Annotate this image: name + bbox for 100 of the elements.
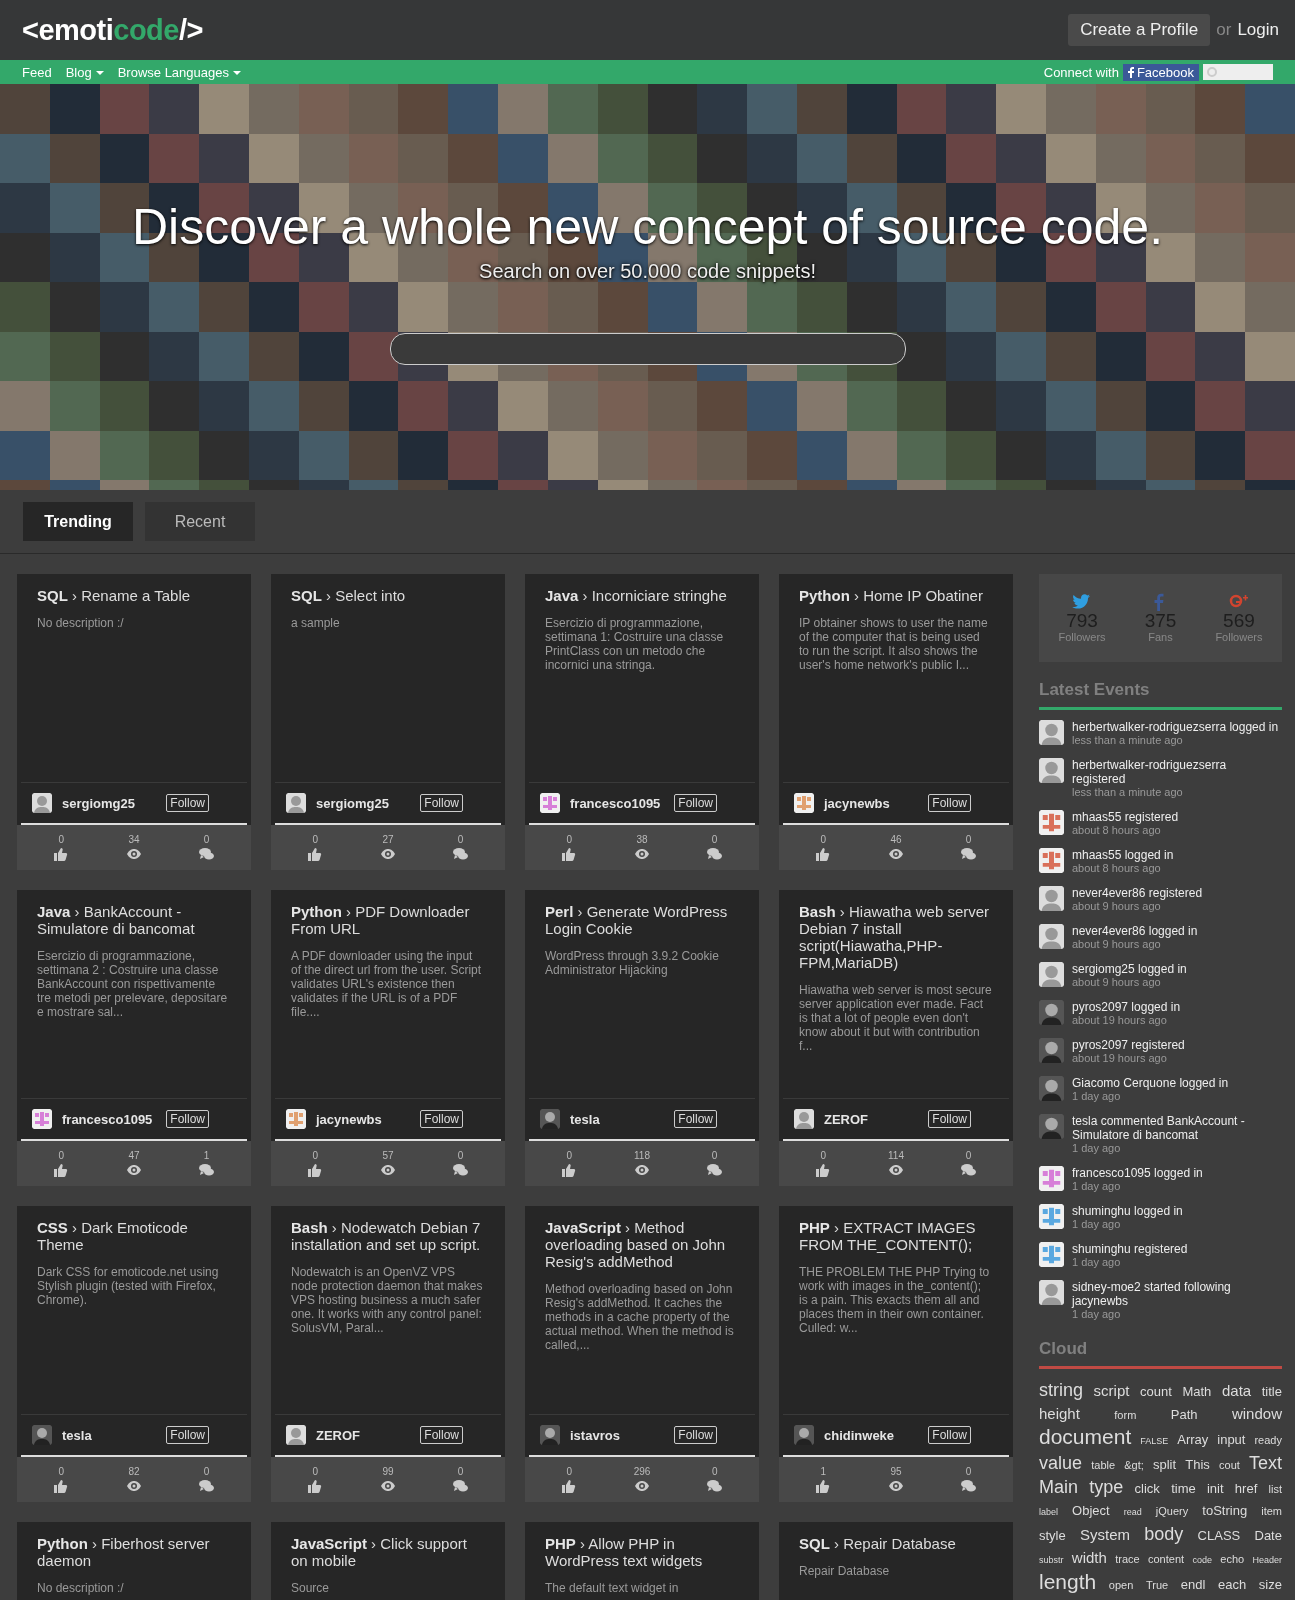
follow-button[interactable]: Follow — [166, 1110, 209, 1128]
tag-link[interactable]: body — [1144, 1523, 1184, 1545]
snippet-title[interactable]: SQL › Rename a Table — [37, 587, 231, 604]
tag-link[interactable]: Math — [1182, 1381, 1212, 1403]
follow-button[interactable]: Follow — [674, 1110, 717, 1128]
search-field[interactable] — [389, 333, 906, 365]
username-link[interactable]: sergiomg25 — [316, 795, 411, 811]
snippet-title[interactable]: JavaScript › Method overloading based on John Resig's addMethod — [545, 1219, 739, 1270]
tag-link[interactable]: trace — [1115, 1548, 1140, 1570]
follow-button[interactable]: Follow — [674, 794, 717, 812]
snippet-title[interactable]: PHP › Allow PHP in WordPress text widgets — [545, 1535, 739, 1569]
tab[interactable]: Trending — [23, 502, 133, 541]
tag-link[interactable]: Text — [1249, 1452, 1282, 1474]
username-link[interactable]: ZEROF — [316, 1427, 411, 1443]
tag-link[interactable]: endl — [1180, 1574, 1206, 1596]
follow-button[interactable]: Follow — [420, 1426, 463, 1444]
follow-button[interactable]: Follow — [674, 1426, 717, 1444]
tag-link[interactable]: title — [1261, 1381, 1282, 1403]
tag-link[interactable]: CLASS — [1197, 1525, 1241, 1547]
tag-link[interactable]: split — [1153, 1454, 1177, 1476]
tag-link[interactable]: FALSE — [1140, 1430, 1169, 1452]
snippet-title[interactable]: Python › Fiberhost server daemon — [37, 1535, 231, 1569]
tag-link[interactable]: content — [1148, 1548, 1185, 1570]
tag-link[interactable]: table — [1091, 1454, 1116, 1476]
tag-link[interactable]: click — [1134, 1478, 1160, 1500]
tag-link[interactable]: count — [1140, 1381, 1172, 1403]
tag-link[interactable]: string — [1039, 1379, 1083, 1401]
tag-link[interactable]: each — [1218, 1574, 1247, 1596]
tag-link[interactable]: Header — [1252, 1549, 1282, 1571]
username-link[interactable]: francesco1095 — [62, 1111, 157, 1127]
tag-link[interactable]: toString — [1202, 1500, 1248, 1522]
tag-link[interactable]: document — [1039, 1426, 1132, 1448]
tag-link[interactable]: Path — [1170, 1404, 1198, 1426]
snippet-title[interactable]: Java › Incorniciare stringhe — [545, 587, 739, 604]
username-link[interactable]: tesla — [62, 1427, 157, 1443]
snippet-title[interactable]: Java › BankAccount - Simulatore di bancomat — [37, 903, 231, 937]
follow-button[interactable]: Follow — [166, 1426, 209, 1444]
tag-link[interactable]: time — [1171, 1478, 1196, 1500]
snippet-title[interactable]: SQL › Repair Database — [799, 1535, 993, 1552]
snippet-title[interactable]: Bash › Nodewatch Debian 7 installation and set up script. — [291, 1219, 485, 1253]
tag-link[interactable]: Array — [1177, 1429, 1209, 1451]
tag-link[interactable]: cout — [1219, 1454, 1240, 1476]
snippet-title[interactable]: CSS › Dark Emoticode Theme — [37, 1219, 231, 1253]
tag-link[interactable]: href — [1234, 1478, 1258, 1500]
tag-link[interactable]: script — [1093, 1380, 1130, 1402]
tag-link[interactable]: True — [1145, 1574, 1169, 1596]
tag-link[interactable]: length — [1039, 1571, 1097, 1593]
tag-link[interactable]: list — [1268, 1478, 1282, 1500]
username-link[interactable]: jacynewbs — [316, 1111, 411, 1127]
follow-button[interactable]: Follow — [928, 1426, 971, 1444]
tag-link[interactable]: type — [1089, 1476, 1124, 1498]
snippet-title[interactable]: Python › Home IP Obatiner — [799, 587, 993, 604]
username-link[interactable]: chidinweke — [824, 1427, 919, 1443]
create-profile-button[interactable]: Create a Profile — [1068, 14, 1211, 46]
tag-link[interactable]: This — [1185, 1454, 1210, 1476]
follow-button[interactable]: Follow — [928, 794, 971, 812]
tag-link[interactable]: Object — [1072, 1500, 1110, 1522]
tag-link[interactable]: code — [1192, 1549, 1212, 1571]
username-link[interactable]: tesla — [570, 1111, 665, 1127]
username-link[interactable]: ZEROF — [824, 1111, 919, 1127]
snippet-title[interactable]: SQL › Select into — [291, 587, 485, 604]
tag-link[interactable]: System — [1080, 1524, 1130, 1546]
tag-link[interactable]: value — [1039, 1452, 1083, 1474]
tag-link[interactable]: width — [1071, 1547, 1107, 1569]
tag-link[interactable]: Main — [1039, 1476, 1078, 1498]
tag-link[interactable]: read — [1123, 1501, 1142, 1523]
login-link[interactable]: Login — [1237, 20, 1279, 40]
snippet-title[interactable]: Python › PDF Downloader From URL — [291, 903, 485, 937]
tag-link[interactable]: jQuery — [1155, 1500, 1189, 1522]
tag-link[interactable]: Date — [1254, 1525, 1282, 1547]
username-link[interactable]: istavros — [570, 1427, 665, 1443]
tag-link[interactable]: open — [1108, 1574, 1134, 1596]
tab[interactable]: Recent — [145, 502, 255, 541]
tag-link[interactable]: ready — [1254, 1429, 1282, 1451]
site-logo[interactable]: <emoticode/> — [22, 13, 203, 47]
tag-link[interactable]: input — [1217, 1429, 1246, 1451]
tag-link[interactable]: item — [1261, 1500, 1282, 1522]
facebook-button[interactable]: Facebook — [1122, 63, 1199, 81]
tag-link[interactable]: window — [1231, 1403, 1282, 1425]
tag-link[interactable]: style — [1039, 1525, 1066, 1547]
tag-link[interactable]: substr — [1039, 1549, 1064, 1571]
username-link[interactable]: jacynewbs — [824, 795, 919, 811]
tag-link[interactable]: init — [1206, 1478, 1224, 1500]
tag-link[interactable]: &gt; — [1124, 1454, 1144, 1476]
tag-link[interactable]: form — [1114, 1404, 1137, 1426]
follow-button[interactable]: Follow — [420, 1110, 463, 1128]
tag-link[interactable]: size — [1258, 1574, 1282, 1596]
snippet-title[interactable]: Perl › Generate WordPress Login Cookie — [545, 903, 739, 937]
snippet-title[interactable]: Bash › Hiawatha web server Debian 7 install script(Hiawatha,PHP-FPM,MariaDB) — [799, 903, 993, 971]
username-link[interactable]: francesco1095 — [570, 795, 665, 811]
tag-link[interactable]: data — [1221, 1380, 1252, 1402]
tag-link[interactable]: label — [1039, 1501, 1058, 1523]
tag-link[interactable]: echo — [1220, 1548, 1245, 1570]
snippet-title[interactable]: JavaScript › Click support on mobile — [291, 1535, 485, 1569]
follow-button[interactable]: Follow — [928, 1110, 971, 1128]
follow-button[interactable]: Follow — [420, 794, 463, 812]
username-link[interactable]: sergiomg25 — [62, 795, 157, 811]
follow-button[interactable]: Follow — [166, 794, 209, 812]
snippet-title[interactable]: PHP › EXTRACT IMAGES FROM THE_CONTENT(); — [799, 1219, 993, 1253]
tag-link[interactable]: height — [1039, 1403, 1080, 1425]
